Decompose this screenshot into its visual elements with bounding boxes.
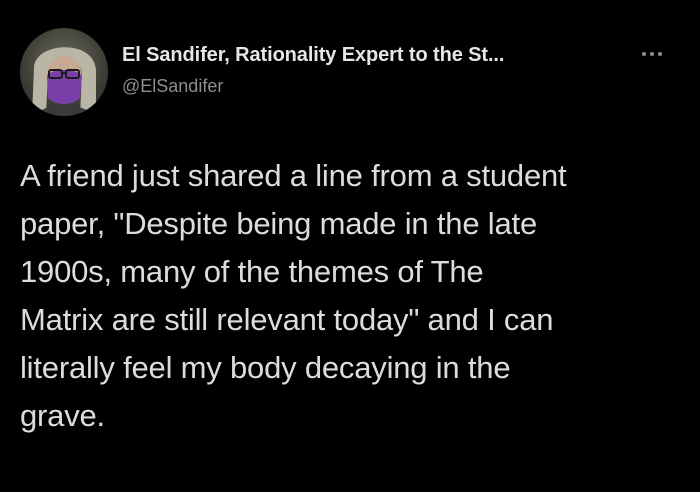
author-handle[interactable]: @ElSandifer <box>122 76 223 97</box>
author-display-name[interactable]: El Sandifer, Rationality Expert to the S… <box>122 44 504 67</box>
tweet-text: A friend just shared a line from a stude… <box>20 152 680 440</box>
more-dots-icon[interactable] <box>638 46 666 62</box>
tweet-header: El Sandifer, Rationality Expert to the S… <box>122 44 682 104</box>
tweet-text-line: Matrix are still relevant today" and I c… <box>20 302 554 337</box>
tweet-text-line: grave. <box>20 398 105 433</box>
avatar[interactable] <box>20 28 108 116</box>
tweet-text-line: literally feel my body decaying in the <box>20 350 511 385</box>
tweet-card: El Sandifer, Rationality Expert to the S… <box>0 0 700 492</box>
tweet-text-line: A friend just shared a line from a stude… <box>20 158 567 193</box>
name-row: El Sandifer, Rationality Expert to the S… <box>122 44 682 72</box>
avatar-image <box>20 28 108 116</box>
tweet-text-line: 1900s, many of the themes of The <box>20 254 484 289</box>
tweet-text-line: paper, "Despite being made in the late <box>20 206 537 241</box>
